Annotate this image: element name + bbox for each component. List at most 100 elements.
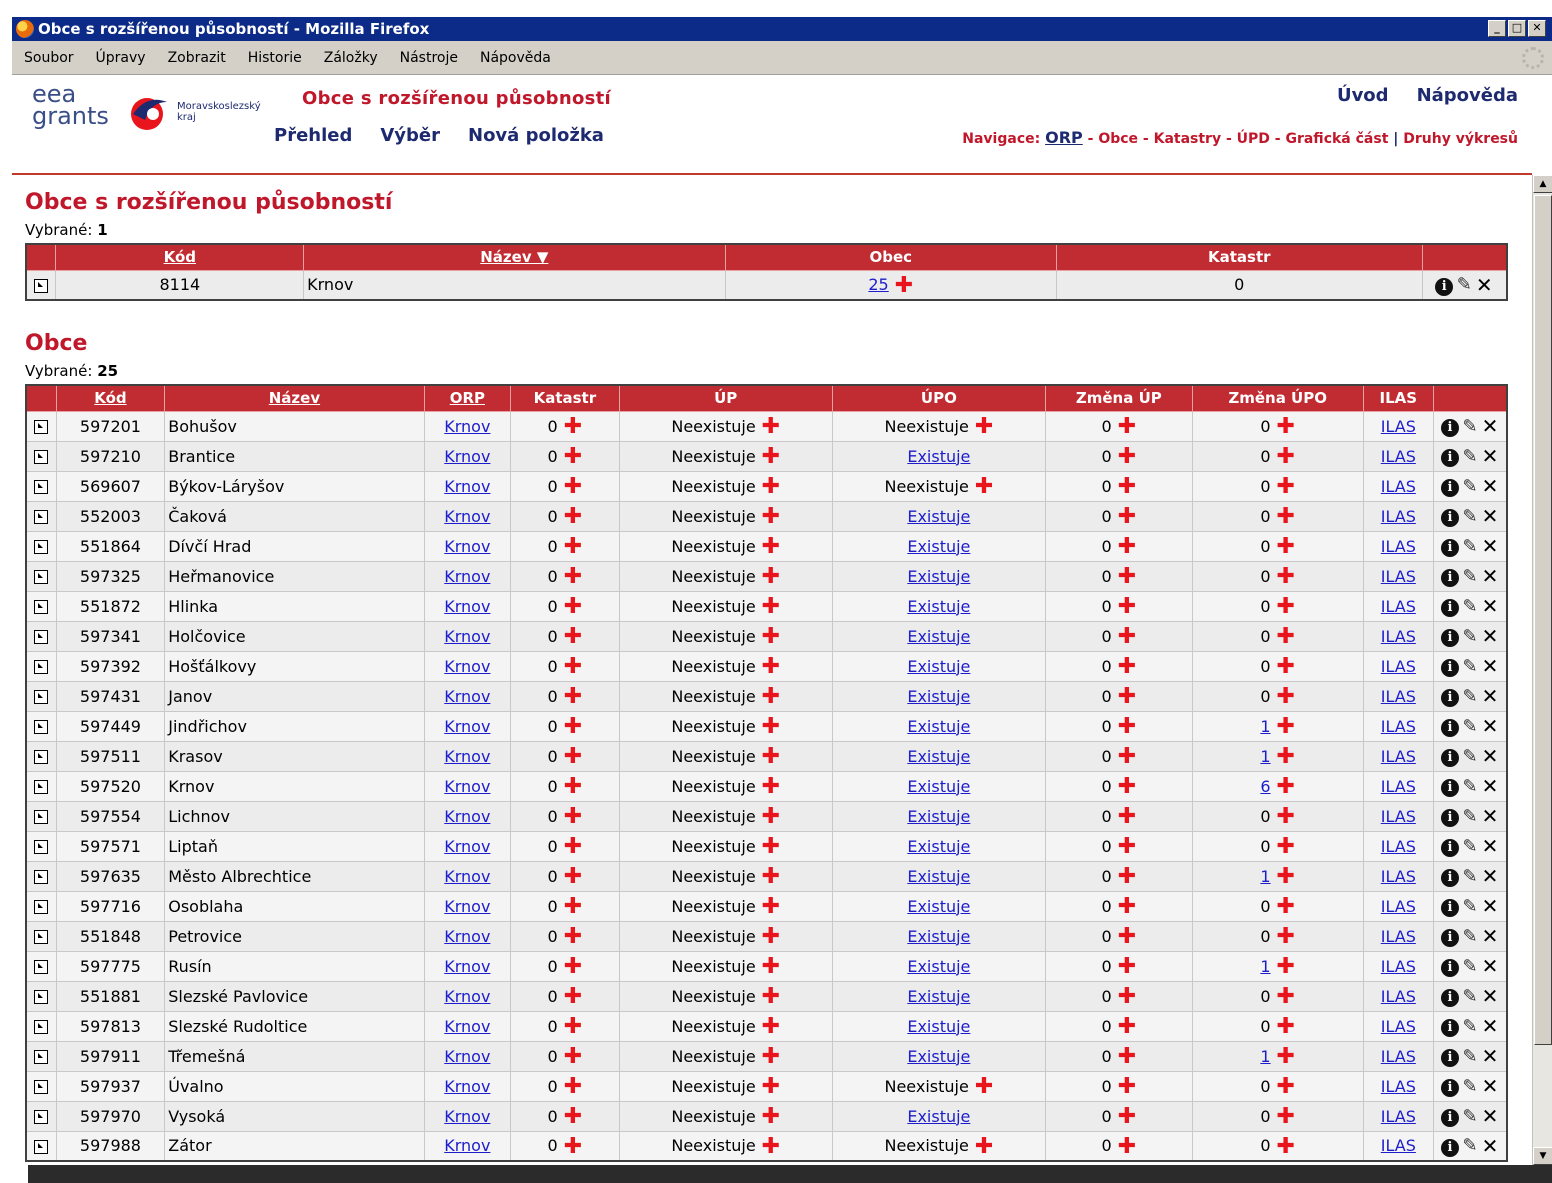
- add-plus-icon[interactable]: ✚: [564, 1014, 582, 1039]
- pencil-icon[interactable]: ✎: [1460, 476, 1480, 497]
- orp-link[interactable]: Krnov: [444, 837, 490, 856]
- zmena-upo-link[interactable]: 1: [1260, 717, 1270, 736]
- add-plus-icon[interactable]: ✚: [762, 774, 780, 799]
- upo-link[interactable]: Existuje: [907, 777, 970, 796]
- breadcrumb-upd[interactable]: ÚPD: [1237, 131, 1270, 147]
- add-plus-icon[interactable]: ✚: [1118, 1014, 1136, 1039]
- add-plus-icon[interactable]: ✚: [564, 504, 582, 529]
- info-button[interactable]: i: [1440, 1105, 1460, 1127]
- orp-link[interactable]: Krnov: [444, 717, 490, 736]
- open-record-icon[interactable]: [34, 278, 49, 293]
- upo-link[interactable]: Existuje: [907, 687, 970, 706]
- add-plus-icon[interactable]: ✚: [1118, 1074, 1136, 1099]
- ilas-link[interactable]: ILAS: [1381, 717, 1416, 736]
- pencil-icon[interactable]: ✎: [1454, 274, 1474, 295]
- close-x-icon[interactable]: ✕: [1480, 594, 1500, 618]
- open-record-icon[interactable]: [34, 750, 49, 764]
- add-plus-icon[interactable]: ✚: [762, 714, 780, 739]
- ilas-link[interactable]: ILAS: [1381, 1107, 1416, 1126]
- info-button[interactable]: i: [1440, 565, 1460, 587]
- upo-link[interactable]: Existuje: [907, 987, 970, 1006]
- add-plus-icon[interactable]: ✚: [564, 714, 582, 739]
- add-plus-icon[interactable]: ✚: [1277, 624, 1295, 649]
- orp-link[interactable]: Krnov: [444, 447, 490, 466]
- nav-vyber[interactable]: Výběr: [380, 125, 440, 146]
- info-button[interactable]: i: [1440, 1045, 1460, 1067]
- close-x-icon[interactable]: ✕: [1480, 954, 1500, 978]
- add-plus-icon[interactable]: ✚: [975, 1074, 993, 1099]
- add-plus-icon[interactable]: ✚: [1277, 744, 1295, 769]
- add-plus-icon[interactable]: ✚: [564, 444, 582, 469]
- pencil-icon[interactable]: ✎: [1460, 416, 1480, 437]
- upo-link[interactable]: Existuje: [907, 657, 970, 676]
- add-plus-icon[interactable]: ✚: [1118, 414, 1136, 439]
- add-plus-icon[interactable]: ✚: [762, 894, 780, 919]
- pencil-icon[interactable]: ✎: [1460, 866, 1480, 887]
- nav-prehled[interactable]: Přehled: [274, 125, 352, 146]
- breadcrumb-katastry[interactable]: Katastry: [1154, 131, 1222, 147]
- add-plus-icon[interactable]: ✚: [1277, 444, 1295, 469]
- pencil-icon[interactable]: ✎: [1460, 1016, 1480, 1037]
- add-plus-icon[interactable]: ✚: [762, 1074, 780, 1099]
- open-record-icon[interactable]: [34, 870, 49, 884]
- open-record-icon[interactable]: [34, 900, 49, 914]
- add-plus-icon[interactable]: ✚: [762, 444, 780, 469]
- info-button[interactable]: i: [1440, 715, 1460, 737]
- pencil-icon[interactable]: ✎: [1460, 806, 1480, 827]
- close-x-icon[interactable]: ✕: [1474, 273, 1494, 297]
- info-button[interactable]: i: [1440, 805, 1460, 827]
- close-x-icon[interactable]: ✕: [1480, 714, 1500, 738]
- add-plus-icon[interactable]: ✚: [564, 834, 582, 859]
- add-plus-icon[interactable]: ✚: [1277, 864, 1295, 889]
- orp-link[interactable]: Krnov: [444, 987, 490, 1006]
- close-x-icon[interactable]: ✕: [1480, 564, 1500, 588]
- breadcrumb-druhy-vykresu[interactable]: Druhy výkresů: [1403, 131, 1518, 147]
- upo-link[interactable]: Existuje: [907, 807, 970, 826]
- info-button[interactable]: i: [1440, 415, 1460, 437]
- info-button[interactable]: i: [1434, 274, 1454, 296]
- add-plus-icon[interactable]: ✚: [564, 684, 582, 709]
- pencil-icon[interactable]: ✎: [1460, 566, 1480, 587]
- add-plus-icon[interactable]: ✚: [762, 924, 780, 949]
- pencil-icon[interactable]: ✎: [1460, 776, 1480, 797]
- add-plus-icon[interactable]: ✚: [1277, 984, 1295, 1009]
- open-record-icon[interactable]: [34, 810, 49, 824]
- add-plus-icon[interactable]: ✚: [1277, 1134, 1295, 1159]
- close-x-icon[interactable]: ✕: [1480, 474, 1500, 498]
- add-plus-icon[interactable]: ✚: [1118, 654, 1136, 679]
- add-plus-icon[interactable]: ✚: [1118, 564, 1136, 589]
- ilas-link[interactable]: ILAS: [1381, 1047, 1416, 1066]
- maximize-button[interactable]: □: [1508, 20, 1526, 37]
- ilas-link[interactable]: ILAS: [1381, 807, 1416, 826]
- orp-link[interactable]: Krnov: [444, 897, 490, 916]
- add-plus-icon[interactable]: ✚: [762, 414, 780, 439]
- info-button[interactable]: i: [1440, 865, 1460, 887]
- add-plus-icon[interactable]: ✚: [564, 744, 582, 769]
- add-plus-icon[interactable]: ✚: [564, 1134, 582, 1159]
- ilas-link[interactable]: ILAS: [1381, 1017, 1416, 1036]
- menu-soubor[interactable]: Soubor: [24, 50, 74, 66]
- ilas-link[interactable]: ILAS: [1381, 1077, 1416, 1096]
- menu-nastroje[interactable]: Nástroje: [400, 50, 458, 66]
- open-record-icon[interactable]: [34, 510, 49, 524]
- add-plus-icon[interactable]: ✚: [1277, 894, 1295, 919]
- add-plus-icon[interactable]: ✚: [1277, 1014, 1295, 1039]
- add-plus-icon[interactable]: ✚: [1277, 474, 1295, 499]
- orp-link[interactable]: Krnov: [444, 747, 490, 766]
- close-x-icon[interactable]: ✕: [1480, 534, 1500, 558]
- add-plus-icon[interactable]: ✚: [564, 1104, 582, 1129]
- add-plus-icon[interactable]: ✚: [1277, 924, 1295, 949]
- open-record-icon[interactable]: [34, 930, 49, 944]
- add-plus-icon[interactable]: ✚: [1277, 774, 1295, 799]
- pencil-icon[interactable]: ✎: [1460, 1106, 1480, 1127]
- orp-link[interactable]: Krnov: [444, 927, 490, 946]
- upo-link[interactable]: Existuje: [907, 507, 970, 526]
- close-x-icon[interactable]: ✕: [1480, 894, 1500, 918]
- info-button[interactable]: i: [1440, 595, 1460, 617]
- pencil-icon[interactable]: ✎: [1460, 536, 1480, 557]
- pencil-icon[interactable]: ✎: [1460, 836, 1480, 857]
- pencil-icon[interactable]: ✎: [1460, 686, 1480, 707]
- upo-link[interactable]: Existuje: [907, 957, 970, 976]
- close-x-icon[interactable]: ✕: [1480, 834, 1500, 858]
- add-plus-icon[interactable]: ✚: [1118, 924, 1136, 949]
